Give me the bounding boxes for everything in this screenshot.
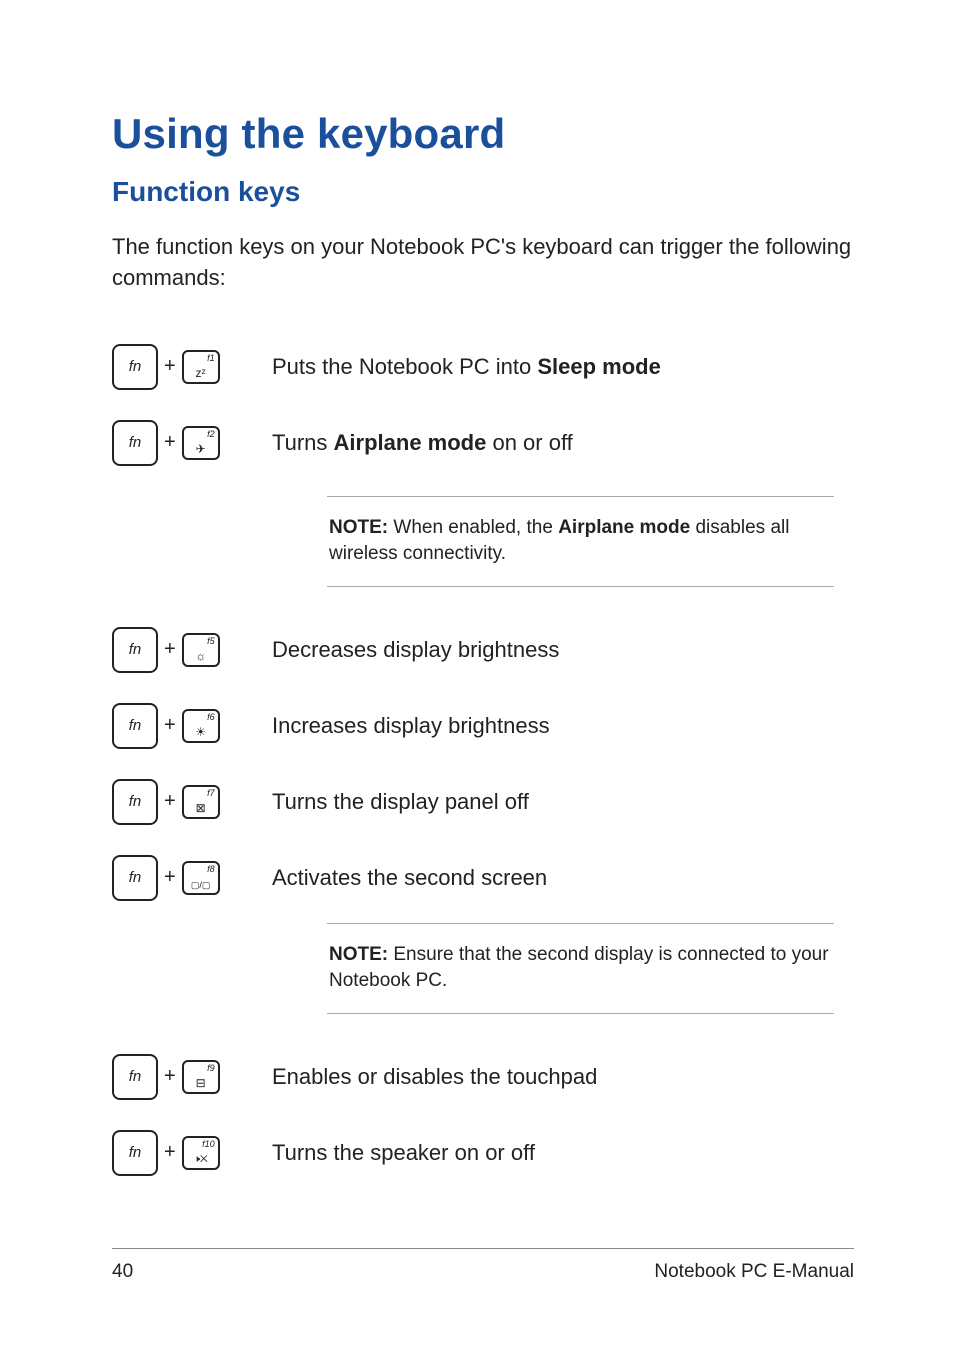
keycombo-fn-f5: fn + f5 ☼ [112,627,272,673]
note1-bold: Airplane mode [558,517,690,538]
plus-icon: + [164,638,176,661]
key-fn: fn [112,1054,158,1100]
page-number: 40 [112,1261,133,1283]
row-fn-f2: fn + f2 ✈ Turns Airplane mode on or off [112,420,854,466]
note2-text: Ensure that the second display is connec… [329,944,829,992]
desc-f1-bold: Sleep mode [537,354,660,379]
key-f6: f6 ☀ [182,709,220,743]
note-airplane: NOTE: When enabled, the Airplane mode di… [327,496,834,587]
speaker-mute-icon: 🕨✕ [194,1155,208,1165]
keycombo-fn-f7: fn + f7 ⊠ [112,779,272,825]
brightness-up-icon: ☀ [195,726,206,738]
brightness-down-icon: ☼ [195,650,206,662]
plus-icon: + [164,866,176,889]
row-fn-f9: fn + f9 ⊟ Enables or disables the touchp… [112,1054,854,1100]
row-fn-f5: fn + f5 ☼ Decreases display brightness [112,627,854,673]
key-fn: fn [112,1130,158,1176]
plus-icon: + [164,355,176,378]
key-f7: f7 ⊠ [182,785,220,819]
plus-icon: + [164,431,176,454]
manual-title: Notebook PC E-Manual [654,1261,854,1283]
airplane-icon: ✈ [196,443,206,455]
key-label-f8: f8 [207,864,215,874]
plus-icon: + [164,790,176,813]
desc-f9: Enables or disables the touchpad [272,1062,597,1092]
page-body: Using the keyboard Function keys The fun… [0,0,954,1176]
touchpad-icon: ⊟ [196,1077,206,1089]
key-label-f1: f1 [207,353,215,363]
key-fn: fn [112,779,158,825]
row-fn-f10: fn + f10 🕨✕ Turns the speaker on or off [112,1130,854,1176]
key-label-f5: f5 [207,636,215,646]
key-label-f6: f6 [207,712,215,722]
desc-f10: Turns the speaker on or off [272,1138,535,1168]
keycombo-fn-f2: fn + f2 ✈ [112,420,272,466]
key-fn: fn [112,420,158,466]
key-f2: f2 ✈ [182,426,220,460]
desc-f2-bold: Airplane mode [334,430,487,455]
desc-f5: Decreases display brightness [272,635,559,665]
plus-icon: + [164,1141,176,1164]
key-label-f2: f2 [207,429,215,439]
subheading-function-keys: Function keys [112,176,854,208]
desc-f2: Turns Airplane mode on or off [272,428,573,458]
desc-f1: Puts the Notebook PC into Sleep mode [272,352,661,382]
keycombo-fn-f10: fn + f10 🕨✕ [112,1130,272,1176]
keycombo-fn-f1: fn + f1 zᶻ [112,344,272,390]
key-fn: fn [112,344,158,390]
key-label-f10: f10 [202,1139,215,1149]
note-airplane-text: NOTE: When enabled, the Airplane mode di… [329,515,832,568]
key-fn: fn [112,703,158,749]
row-fn-f6: fn + f6 ☀ Increases display brightness [112,703,854,749]
row-fn-f1: fn + f1 zᶻ Puts the Notebook PC into Sle… [112,344,854,390]
key-f1: f1 zᶻ [182,350,220,384]
desc-f8: Activates the second screen [272,863,547,893]
row-fn-f7: fn + f7 ⊠ Turns the display panel off [112,779,854,825]
keycombo-fn-f6: fn + f6 ☀ [112,703,272,749]
desc-f2-post: on or off [486,430,572,455]
second-screen-icon: ▢/▢ [191,881,211,890]
plus-icon: + [164,714,176,737]
key-label-f9: f9 [207,1063,215,1073]
note-second-display-text: NOTE: Ensure that the second display is … [329,942,832,995]
page-footer: 40 Notebook PC E-Manual [112,1248,854,1283]
key-f8: f8 ▢/▢ [182,861,220,895]
key-label-f7: f7 [207,788,215,798]
plus-icon: + [164,1065,176,1088]
desc-f2-pre: Turns [272,430,334,455]
keycombo-fn-f8: fn + f8 ▢/▢ [112,855,272,901]
intro-text: The function keys on your Notebook PC's … [112,232,854,294]
heading-using-keyboard: Using the keyboard [112,110,854,158]
sleep-icon: zᶻ [196,367,206,379]
desc-f6: Increases display brightness [272,711,550,741]
row-fn-f8: fn + f8 ▢/▢ Activates the second screen [112,855,854,901]
note-label: NOTE: [329,944,388,965]
note1-pre: When enabled, the [388,517,558,538]
desc-f7: Turns the display panel off [272,787,529,817]
desc-f1-pre: Puts the Notebook PC into [272,354,537,379]
note-second-display: NOTE: Ensure that the second display is … [327,923,834,1014]
note-label: NOTE: [329,517,388,538]
display-off-icon: ⊠ [196,802,206,814]
key-f10: f10 🕨✕ [182,1136,220,1170]
key-f9: f9 ⊟ [182,1060,220,1094]
key-f5: f5 ☼ [182,633,220,667]
key-fn: fn [112,627,158,673]
keycombo-fn-f9: fn + f9 ⊟ [112,1054,272,1100]
key-fn: fn [112,855,158,901]
